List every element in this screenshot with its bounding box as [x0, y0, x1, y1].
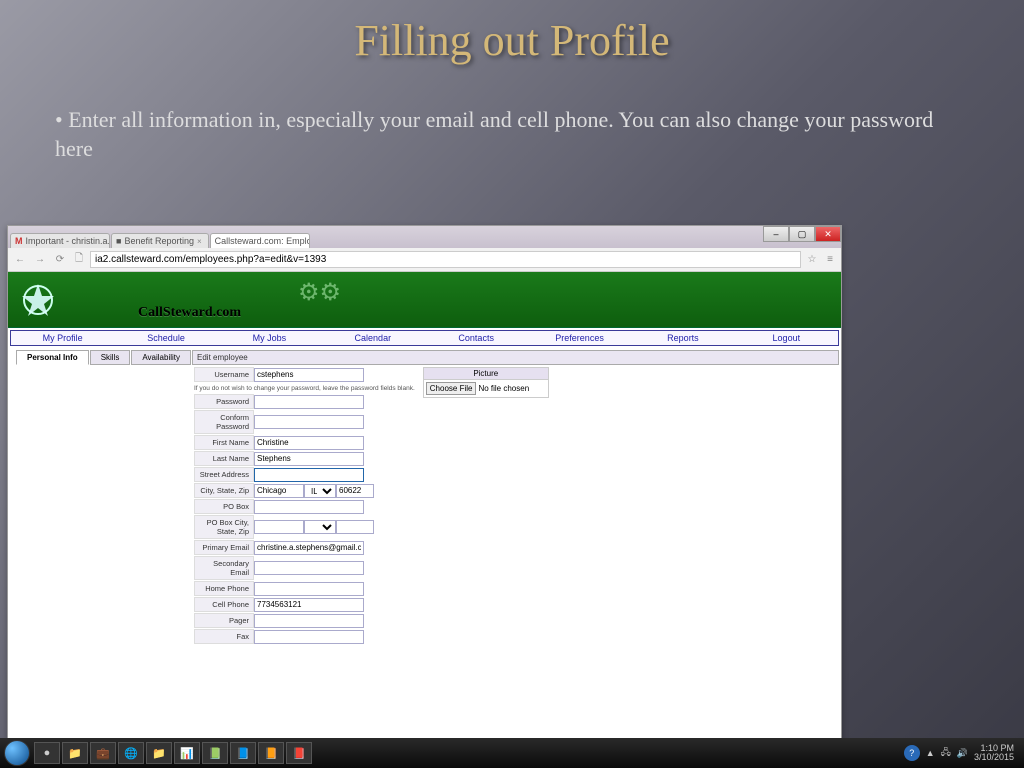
reload-button[interactable]: ⟳: [52, 254, 68, 265]
forward-button[interactable]: →: [32, 254, 48, 265]
taskbar: ● 📁 💼 🌐 📁 📊 📗 📘 📙 📕 ? ▲ 🖧 🔊 1:10 PM3/10/…: [0, 738, 1024, 768]
pobox-field[interactable]: [254, 500, 364, 514]
close-button[interactable]: ✕: [815, 226, 841, 242]
menu-reports[interactable]: Reports: [631, 331, 734, 345]
taskbar-app[interactable]: 📙: [258, 742, 284, 764]
pager-label: Pager: [194, 613, 254, 628]
last-name-label: Last Name: [194, 451, 254, 466]
pager-field[interactable]: [254, 614, 364, 628]
username-field[interactable]: [254, 368, 364, 382]
po-zip-field[interactable]: [336, 520, 374, 534]
tab-benefit[interactable]: ■Benefit Reporting×: [111, 233, 209, 248]
password-label: Password: [194, 394, 254, 409]
address-bar: ← → ⟳ 🗋 ☆ ≡: [8, 248, 841, 272]
gears-icon: ⚙⚙: [298, 278, 341, 307]
menu-preferences[interactable]: Preferences: [528, 331, 631, 345]
menu-contacts[interactable]: Contacts: [425, 331, 528, 345]
taskbar-app[interactable]: 🌐: [118, 742, 144, 764]
pocsz-label: PO Box City, State, Zip: [194, 515, 254, 539]
tab-skills[interactable]: Skills: [90, 350, 131, 365]
password-field[interactable]: [254, 395, 364, 409]
tab-personal-info[interactable]: Personal Info: [16, 350, 89, 365]
tab-gmail[interactable]: MImportant - christin.a.st..×: [10, 233, 110, 248]
maximize-button[interactable]: ▢: [789, 226, 815, 242]
picture-box: Picture Choose FileNo file chosen: [423, 367, 549, 398]
first-name-label: First Name: [194, 435, 254, 450]
form-column: Username If you do not wish to change yo…: [194, 367, 415, 645]
username-label: Username: [194, 367, 254, 382]
state-select[interactable]: IL: [304, 484, 336, 498]
page-icon: 🗋: [72, 251, 86, 268]
site-banner: ⚙⚙ CallSteward.com: [8, 272, 841, 328]
menu-calendar[interactable]: Calendar: [321, 331, 424, 345]
city-field[interactable]: [254, 484, 304, 498]
po-city-field[interactable]: [254, 520, 304, 534]
system-tray: ? ▲ 🖧 🔊 1:10 PM3/10/2015: [904, 744, 1020, 762]
primary-email-field[interactable]: [254, 541, 364, 555]
po-state-select[interactable]: [304, 520, 336, 534]
street-field[interactable]: [254, 468, 364, 482]
first-name-field[interactable]: [254, 436, 364, 450]
slide-title: Filling out Profile: [0, 0, 1024, 66]
cell-phone-field[interactable]: [254, 598, 364, 612]
logo-star-icon: [18, 280, 58, 320]
taskbar-apps: ● 📁 💼 🌐 📁 📊 📗 📘 📙 📕: [34, 742, 312, 764]
url-input[interactable]: [90, 251, 801, 268]
menu-logout[interactable]: Logout: [735, 331, 838, 345]
clock[interactable]: 1:10 PM3/10/2015: [974, 744, 1014, 762]
minimize-button[interactable]: –: [763, 226, 789, 242]
zip-field[interactable]: [336, 484, 374, 498]
taskbar-app[interactable]: 📁: [62, 742, 88, 764]
pobox-label: PO Box: [194, 499, 254, 514]
tab-callsteward[interactable]: Callsteward.com: Employ×: [210, 233, 310, 248]
slide-bullet: Enter all information in, especially you…: [0, 66, 1024, 173]
taskbar-app[interactable]: 💼: [90, 742, 116, 764]
fax-label: Fax: [194, 629, 254, 644]
network-icon[interactable]: 🖧: [941, 745, 951, 761]
close-icon[interactable]: ×: [197, 237, 202, 246]
taskbar-app[interactable]: ●: [34, 742, 60, 764]
last-name-field[interactable]: [254, 452, 364, 466]
home-label: Home Phone: [194, 581, 254, 596]
file-status: No file chosen: [478, 384, 529, 393]
menu-my-jobs[interactable]: My Jobs: [218, 331, 321, 345]
taskbar-app[interactable]: 📗: [202, 742, 228, 764]
taskbar-app[interactable]: 📕: [286, 742, 312, 764]
semail-label: Secondary Email: [194, 556, 254, 580]
browser-tabs: MImportant - christin.a.st..× ■Benefit R…: [8, 226, 841, 248]
menu-my-profile[interactable]: My Profile: [11, 331, 114, 345]
cell-label: Cell Phone: [194, 597, 254, 612]
browser-window: – ▢ ✕ MImportant - christin.a.st..× ■Ben…: [7, 225, 842, 739]
volume-icon[interactable]: 🔊: [957, 748, 968, 759]
taskbar-app[interactable]: 📘: [230, 742, 256, 764]
picture-header: Picture: [424, 368, 548, 380]
taskbar-app[interactable]: 📊: [174, 742, 200, 764]
fax-field[interactable]: [254, 630, 364, 644]
section-header: Edit employee: [192, 350, 839, 365]
home-phone-field[interactable]: [254, 582, 364, 596]
conform-password-field[interactable]: [254, 415, 364, 429]
start-button[interactable]: [4, 740, 30, 766]
window-controls: – ▢ ✕: [763, 226, 841, 242]
street-label: Street Address: [194, 467, 254, 482]
taskbar-app[interactable]: 📁: [146, 742, 172, 764]
form-area: Username If you do not wish to change yo…: [8, 365, 841, 647]
back-button[interactable]: ←: [12, 254, 28, 265]
csz-label: City, State, Zip: [194, 483, 254, 498]
site-name: CallSteward.com: [138, 305, 241, 321]
menu-icon[interactable]: ≡: [823, 254, 837, 265]
sub-tabs: Personal Info Skills Availability Edit e…: [16, 350, 839, 365]
menu-schedule[interactable]: Schedule: [114, 331, 217, 345]
password-hint: If you do not wish to change your passwo…: [194, 383, 415, 394]
star-icon[interactable]: ☆: [805, 254, 819, 265]
tray-expand-icon[interactable]: ▲: [926, 748, 935, 758]
main-menu: My Profile Schedule My Jobs Calendar Con…: [10, 330, 839, 346]
secondary-email-field[interactable]: [254, 561, 364, 575]
help-icon[interactable]: ?: [904, 745, 920, 761]
conform-password-label: Conform Password: [194, 410, 254, 434]
pemail-label: Primary Email: [194, 540, 254, 555]
tab-availability[interactable]: Availability: [131, 350, 191, 365]
choose-file-button[interactable]: Choose File: [426, 382, 477, 395]
